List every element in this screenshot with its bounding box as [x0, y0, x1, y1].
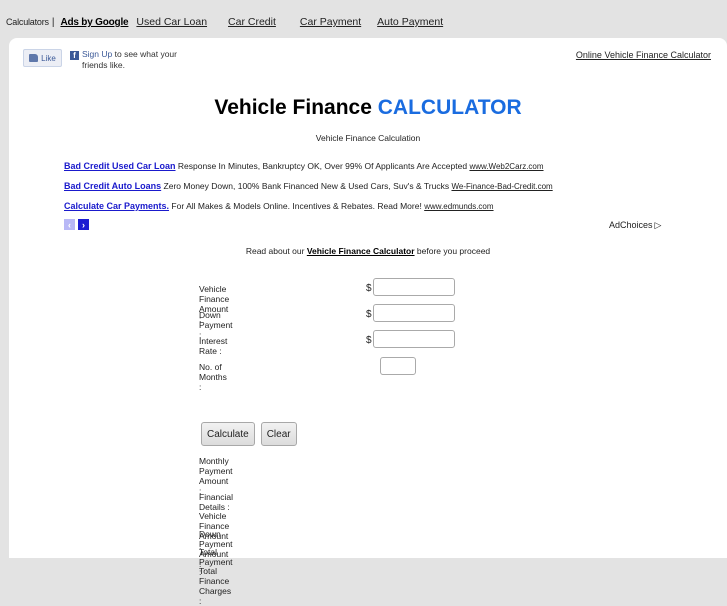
like-label: Like — [41, 53, 56, 63]
clear-button[interactable]: Clear — [260, 422, 297, 446]
adchoices-icon: ▷ — [654, 220, 662, 230]
months-label: No. of Months : — [199, 362, 227, 392]
ad-url-link[interactable]: www.Web2Carz.com — [469, 162, 543, 171]
signup-text-line-2: friends like. — [82, 60, 125, 70]
page-title-accent: CALCULATOR — [377, 96, 522, 119]
nav-link-car-payment[interactable]: Car Payment — [300, 16, 361, 28]
facebook-icon: f — [70, 51, 79, 60]
online-vehicle-finance-calculator-link[interactable]: Online Vehicle Finance Calculator — [576, 50, 711, 60]
down-payment-input[interactable] — [373, 304, 455, 322]
breadcrumb-calculators[interactable]: Calculators — [6, 17, 49, 27]
calculate-button[interactable]: Calculate — [201, 422, 255, 446]
adchoices-label: AdChoices — [609, 220, 653, 230]
ad-url-link[interactable]: www.edmunds.com — [424, 202, 493, 211]
ad-title-link[interactable]: Bad Credit Auto Loans — [64, 181, 161, 191]
facebook-signup-link[interactable]: Sign Up — [82, 49, 112, 59]
read-about-prefix: Read about our — [245, 246, 305, 256]
ad-url-link[interactable]: We-Finance-Bad-Credit.com — [451, 182, 552, 191]
ads-by-google-label[interactable]: Ads by Google — [60, 17, 128, 28]
page-title-main: Vehicle Finance — [214, 96, 372, 119]
ad-title-link[interactable]: Bad Credit Used Car Loan — [64, 161, 176, 171]
read-about-notice: Read about our Vehicle Finance Calculato… — [9, 246, 727, 256]
ad-text: Zero Money Down, 100% Bank Financed New … — [163, 181, 450, 191]
thumbs-up-icon — [29, 54, 39, 62]
months-input[interactable] — [380, 357, 416, 375]
read-about-suffix: before you proceed — [416, 246, 491, 256]
ad-item: Calculate Car Payments. For All Makes & … — [64, 200, 553, 220]
interest-rate-input[interactable] — [373, 330, 455, 348]
facebook-like-button[interactable]: Like — [23, 49, 62, 67]
currency-symbol: $ — [366, 335, 372, 346]
interest-rate-label: Interest Rate : — [199, 336, 228, 356]
monthly-payment-label: Monthly Payment Amount : — [199, 456, 233, 496]
ad-text: Response In Minutes, Bankruptcy OK, Over… — [177, 161, 468, 171]
ad-item: Bad Credit Auto Loans Zero Money Down, 1… — [64, 180, 553, 200]
ad-title-link[interactable]: Calculate Car Payments. — [64, 201, 169, 211]
ad-navigation: ‹ › — [64, 219, 89, 230]
chevron-left-icon[interactable]: ‹ — [64, 219, 75, 230]
facebook-signup-text: f Sign Up to see what your friends like. — [70, 49, 190, 71]
top-navigation: Calculators | Ads by Google Used Car Loa… — [6, 16, 443, 32]
currency-symbol: $ — [366, 283, 372, 294]
breadcrumb-separator: | — [51, 17, 55, 28]
ad-text: For All Makes & Models Online. Incentive… — [171, 201, 422, 211]
chevron-right-icon[interactable]: › — [78, 219, 89, 230]
vehicle-finance-calculator-link[interactable]: Vehicle Finance Calculator — [307, 246, 415, 256]
nav-link-used-car-loan[interactable]: Used Car Loan — [136, 16, 207, 28]
page-title: Vehicle Finance CALCULATOR — [9, 96, 727, 120]
result-total-finance-charges-label: Total Finance Charges : — [199, 566, 232, 606]
signup-text-line-1: to see what your — [114, 49, 177, 59]
page-subtitle: Vehicle Finance Calculation — [315, 133, 421, 143]
financial-details-label: Financial Details : — [199, 492, 234, 512]
currency-symbol: $ — [366, 309, 372, 320]
vehicle-finance-amount-input[interactable] — [373, 278, 455, 296]
ad-list: Bad Credit Used Car Loan Response In Min… — [64, 160, 553, 220]
facebook-like-widget: Like f Sign Up to see what your friends l… — [23, 49, 190, 71]
nav-link-car-credit[interactable]: Car Credit — [228, 16, 276, 28]
main-panel: Like f Sign Up to see what your friends l… — [9, 38, 727, 606]
form-buttons: Calculate Clear — [201, 422, 297, 446]
adchoices-link[interactable]: AdChoices ▷ — [609, 220, 661, 231]
ad-item: Bad Credit Used Car Loan Response In Min… — [64, 160, 553, 180]
nav-link-auto-payment[interactable]: Auto Payment — [377, 16, 443, 28]
